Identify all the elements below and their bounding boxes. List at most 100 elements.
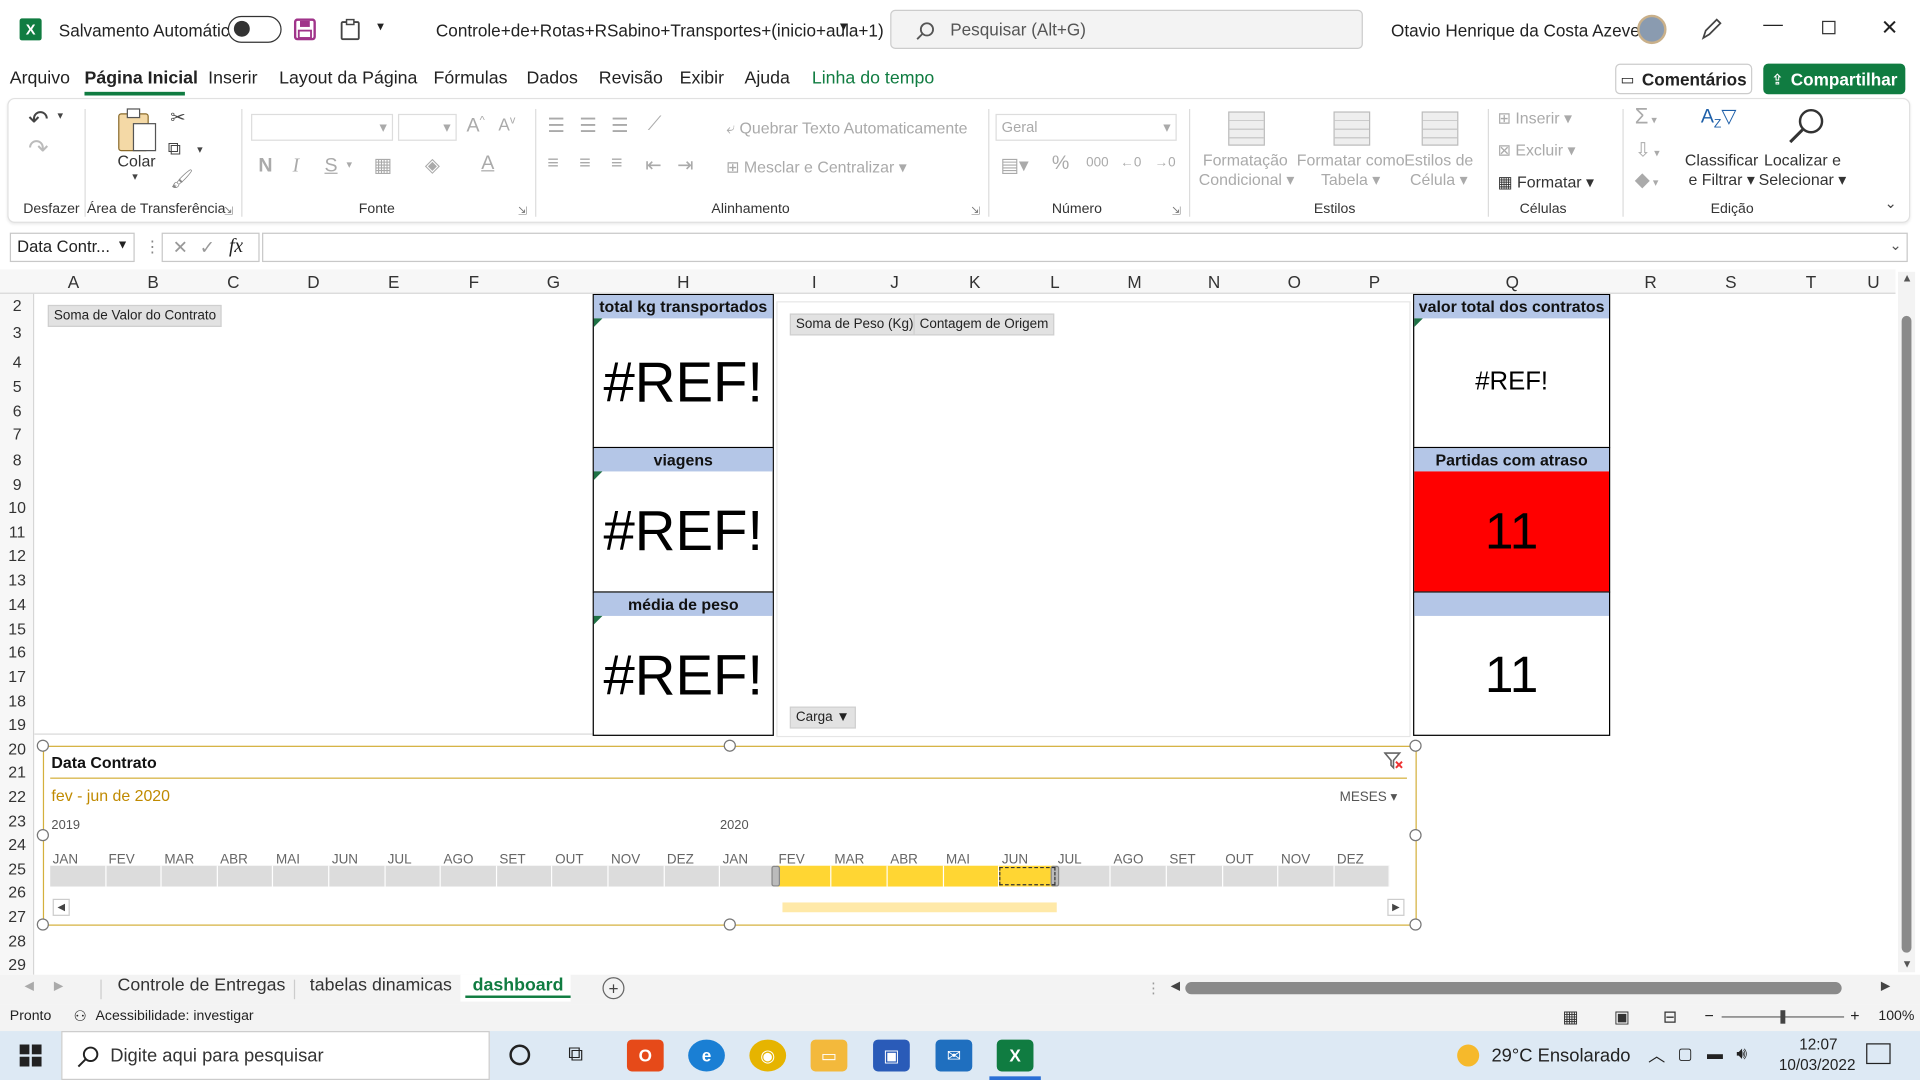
format-as-table-icon[interactable] — [1333, 111, 1371, 146]
clock-time[interactable]: 12:07 — [1790, 1036, 1846, 1053]
month-segment[interactable] — [441, 865, 497, 887]
sheet-tab-dashboard[interactable]: dashboard — [465, 976, 571, 998]
number-format-combo[interactable]: Geral ▾ — [995, 113, 1177, 141]
row-header[interactable]: 28 — [0, 932, 34, 950]
chart-area-weight[interactable] — [776, 301, 1411, 738]
scroll-thumb[interactable] — [1901, 315, 1912, 953]
font-size-combo[interactable]: ▾ — [397, 113, 457, 141]
month-segment[interactable] — [1111, 865, 1167, 887]
restore-icon[interactable] — [1822, 20, 1836, 35]
column-header[interactable]: D — [273, 269, 354, 293]
tab-exibir[interactable]: Exibir — [680, 69, 724, 89]
month-segment[interactable] — [608, 865, 665, 887]
resize-handle[interactable] — [723, 739, 736, 752]
column-header[interactable]: L — [1015, 269, 1095, 293]
chrome-app-icon[interactable]: ◉ — [749, 1039, 787, 1072]
file-name[interactable]: Controle+de+Rotas+RSabino+Transportes+(i… — [436, 21, 884, 41]
row-header[interactable]: 5 — [0, 377, 34, 395]
italic-button[interactable]: I — [293, 156, 300, 178]
fill-color-icon[interactable]: ◈ — [425, 153, 440, 177]
office-app-icon[interactable]: O — [626, 1039, 664, 1072]
cancel-icon[interactable]: ✕ — [173, 236, 188, 259]
accessibility-icon[interactable]: ⚇ — [73, 1008, 86, 1025]
autosum-icon[interactable]: Σ ▾ — [1635, 104, 1657, 130]
tab-inserir[interactable]: Inserir — [208, 69, 257, 89]
thousands-icon[interactable]: 000 — [1086, 156, 1108, 171]
find-select-button[interactable]: Localizar e Selecionar ▾ — [1757, 151, 1848, 190]
sheet-tab-controle[interactable]: Controle de Entregas — [118, 976, 286, 996]
zoom-level[interactable]: 100% — [1878, 1009, 1914, 1024]
copy-chevron-icon[interactable]: ▾ — [197, 143, 203, 156]
font-color-icon[interactable]: A — [481, 153, 494, 175]
redo-icon[interactable]: ↷ — [28, 133, 49, 164]
row-header[interactable]: 18 — [0, 692, 34, 710]
scroll-right-icon[interactable]: ▶ — [1387, 898, 1405, 916]
row-header[interactable]: 24 — [0, 835, 34, 853]
clipboard-launcher-icon[interactable]: ⇲ — [224, 204, 233, 217]
page-break-icon[interactable]: ⊟ — [1663, 1007, 1677, 1028]
column-header[interactable]: F — [433, 269, 514, 293]
accessibility-status[interactable]: Acessibilidade: investigar — [96, 1009, 254, 1024]
month-segment[interactable] — [50, 865, 107, 887]
column-header[interactable]: R — [1610, 269, 1691, 293]
column-header[interactable]: E — [354, 269, 434, 293]
volume-icon[interactable]: 🔊︎ — [1736, 1043, 1747, 1064]
row-header[interactable]: 20 — [0, 740, 34, 758]
month-segment[interactable] — [161, 865, 218, 887]
row-header[interactable]: 14 — [0, 595, 34, 613]
scroll-left-icon[interactable]: ◀ — [1171, 980, 1180, 993]
month-segment[interactable] — [1166, 865, 1223, 887]
clear-icon[interactable]: ◆ ▾ — [1635, 168, 1659, 192]
currency-icon[interactable]: ▤▾ — [1000, 153, 1028, 177]
comments-button[interactable]: ▭ Comentários — [1615, 63, 1753, 95]
column-header[interactable]: Q — [1414, 269, 1610, 293]
mail-app-icon[interactable]: ✉ — [935, 1039, 973, 1072]
battery-icon[interactable]: ▬ — [1707, 1044, 1723, 1062]
month-segment[interactable] — [273, 865, 330, 887]
column-header[interactable]: J — [855, 269, 935, 293]
column-header[interactable]: G — [514, 269, 592, 293]
search-box[interactable]: Pesquisar (Alt+G) — [890, 9, 1363, 49]
month-segment[interactable] — [385, 865, 442, 887]
notifications-icon[interactable] — [1866, 1043, 1891, 1065]
focused-month-segment[interactable] — [999, 866, 1056, 886]
row-header[interactable]: 21 — [0, 763, 34, 781]
excel-app-icon[interactable]: X — [996, 1039, 1034, 1072]
paste-icon[interactable] — [116, 107, 158, 154]
weather-sun-icon[interactable] — [1457, 1044, 1480, 1067]
share-button[interactable]: ⇪ Compartilhar — [1763, 63, 1906, 95]
month-segment[interactable] — [776, 865, 832, 887]
cell-styles-button[interactable]: Estilos de Célula ▾ — [1400, 151, 1478, 190]
insert-cells-button[interactable]: ⊞ Inserir ▾ — [1498, 109, 1572, 129]
windows-start-icon[interactable] — [19, 1044, 42, 1067]
month-segment[interactable] — [1334, 865, 1391, 887]
column-header[interactable]: H — [593, 269, 774, 293]
copy-icon[interactable]: ⧉ — [168, 138, 181, 159]
month-segment[interactable] — [1222, 865, 1279, 887]
avatar[interactable] — [1637, 14, 1667, 45]
cut-icon[interactable]: ✂ — [170, 107, 185, 129]
weather-text[interactable]: 29°C Ensolarado — [1491, 1046, 1630, 1067]
month-segment[interactable] — [943, 865, 1000, 887]
timeline-scrollbar[interactable]: ◀ ▶ — [50, 898, 1407, 916]
sort-filter-icon[interactable]: AZ▽ — [1701, 104, 1737, 132]
column-header[interactable]: U — [1851, 269, 1895, 293]
month-segment[interactable] — [1055, 865, 1112, 887]
resize-handle[interactable] — [723, 918, 736, 931]
row-header[interactable]: 7 — [0, 425, 34, 443]
conditional-format-icon[interactable] — [1228, 111, 1265, 146]
number-launcher-icon[interactable]: ⇲ — [1172, 204, 1181, 217]
row-header[interactable]: 25 — [0, 860, 34, 878]
scroll-down-icon[interactable]: ▼ — [1902, 958, 1913, 970]
decrease-indent-icon[interactable]: ⇤ — [645, 153, 661, 177]
tab-layout[interactable]: Layout da Página — [279, 69, 417, 89]
delete-cells-button[interactable]: ⊠ Excluir ▾ — [1498, 141, 1576, 161]
row-header[interactable]: 23 — [0, 812, 34, 830]
row-header[interactable]: 26 — [0, 883, 34, 901]
month-segment[interactable] — [329, 865, 386, 887]
tab-ajuda[interactable]: Ajuda — [744, 69, 789, 89]
resize-handle[interactable] — [36, 739, 49, 752]
column-header[interactable]: I — [774, 269, 855, 293]
tab-linha-do-tempo[interactable]: Linha do tempo — [812, 69, 934, 89]
tab-arquivo[interactable]: Arquivo — [10, 69, 70, 89]
